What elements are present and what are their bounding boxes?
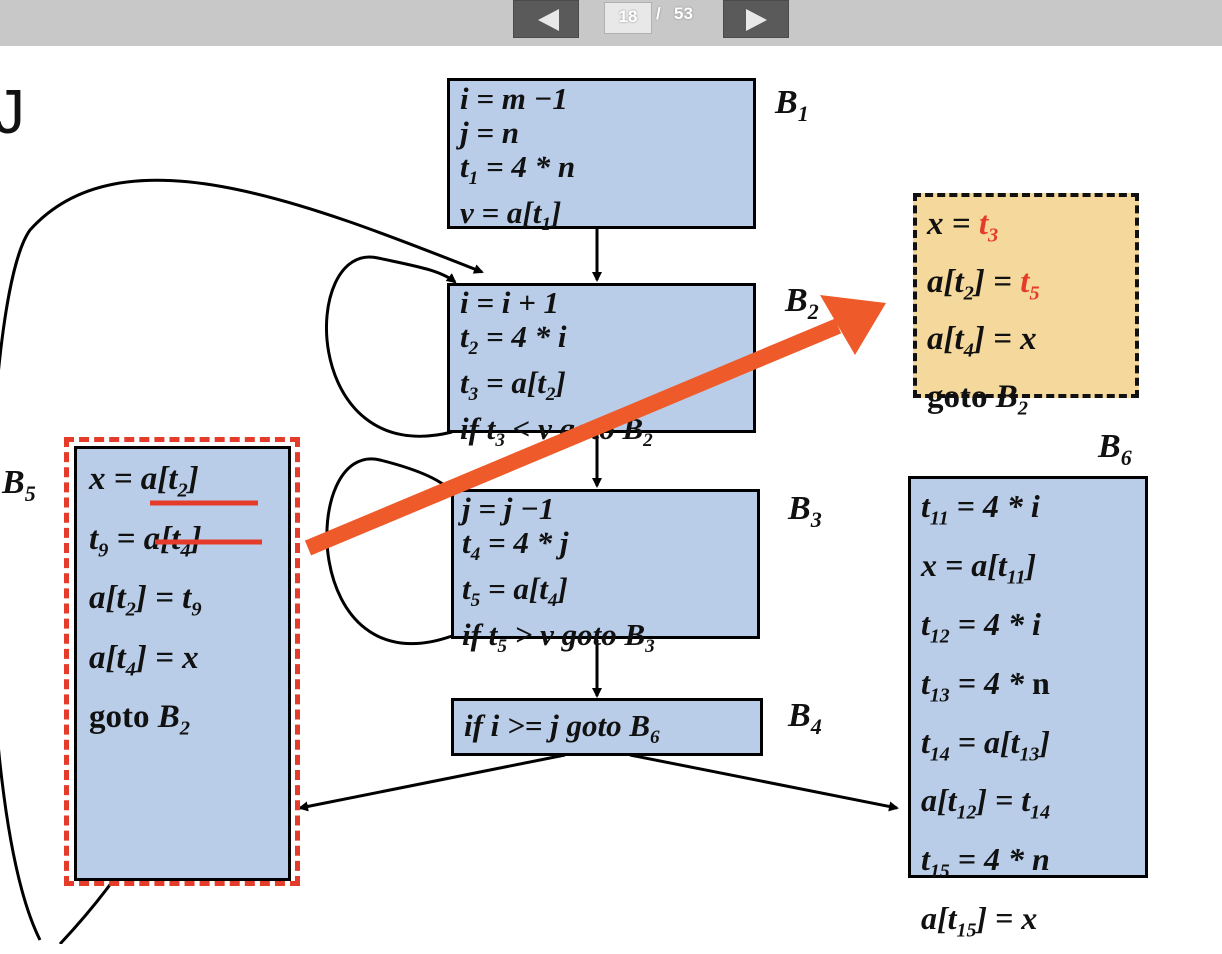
red-underlines <box>150 500 262 545</box>
orange-arrow <box>304 295 886 556</box>
annotation-layer <box>150 295 886 556</box>
